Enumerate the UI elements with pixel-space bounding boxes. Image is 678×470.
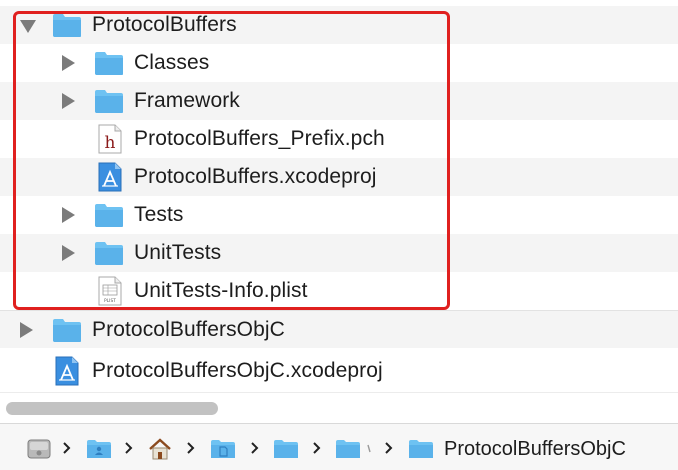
item-label: UnitTests-Info.plist: [134, 279, 308, 302]
item-label: ProtocolBuffers.xcodeproj: [134, 165, 377, 188]
list-item[interactable]: h ProtocolBuffers_Prefix.pch: [0, 120, 678, 158]
header-file-icon: h: [98, 124, 122, 154]
disclosure-triangle-collapsed-icon[interactable]: [18, 322, 34, 338]
chevron-right-icon: [125, 442, 133, 454]
disclosure-triangle-collapsed-icon[interactable]: [60, 55, 76, 71]
home-icon[interactable]: [147, 437, 173, 461]
folder-icon[interactable]: [273, 437, 299, 461]
path-current-label[interactable]: ProtocolBuffersObjC: [444, 438, 626, 461]
item-label: ProtocolBuffers_Prefix.pch: [134, 127, 385, 150]
list-item[interactable]: ProtocolBuffersObjC.xcodeproj: [0, 352, 678, 390]
chevron-right-icon: [63, 442, 71, 454]
folder-icon: [95, 52, 123, 75]
list-item[interactable]: PLIST UnitTests-Info.plist: [0, 272, 678, 310]
item-label: UnitTests: [134, 241, 222, 264]
disclosure-triangle-collapsed-icon[interactable]: [60, 245, 76, 261]
svg-text:PLIST: PLIST: [104, 298, 116, 303]
chevron-right-icon: [313, 442, 321, 454]
item-label: Classes: [134, 51, 210, 74]
item-label: ProtocolBuffers: [92, 13, 237, 36]
finder-window: ProtocolBuffers Classes Framework h Prot…: [0, 0, 678, 470]
chevron-right-icon: [187, 442, 195, 454]
folder-icon: [95, 204, 123, 227]
path-bar: ProtocolBuffersObjC: [0, 423, 678, 470]
truncation-mark-icon: [367, 444, 371, 453]
xcodeproj-icon: [55, 356, 79, 386]
folder-icon: [53, 14, 81, 37]
svg-text:h: h: [104, 133, 115, 153]
item-label: ProtocolBuffersObjC.xcodeproj: [92, 359, 383, 382]
list-item[interactable]: ProtocolBuffers.xcodeproj: [0, 158, 678, 196]
item-label: Tests: [134, 203, 184, 226]
folder-icon: [53, 319, 81, 342]
item-label: Framework: [134, 89, 240, 112]
folder-icon[interactable]: [408, 437, 434, 461]
chevron-right-icon: [385, 442, 393, 454]
folder-icon: [95, 90, 123, 113]
list-item[interactable]: Classes: [0, 44, 678, 82]
list-item[interactable]: Tests: [0, 196, 678, 234]
list-item[interactable]: ProtocolBuffersObjC: [0, 310, 678, 348]
disclosure-triangle-collapsed-icon[interactable]: [60, 93, 76, 109]
scrollbar-thumb[interactable]: [6, 402, 218, 415]
plist-file-icon: PLIST: [98, 276, 122, 306]
user-folder-icon[interactable]: [86, 437, 112, 461]
list-item[interactable]: ProtocolBuffers: [0, 6, 678, 44]
list-item[interactable]: Framework: [0, 82, 678, 120]
list-item[interactable]: UnitTests: [0, 234, 678, 272]
folder-icon[interactable]: [335, 437, 361, 461]
folder-icon: [95, 242, 123, 265]
hard-drive-icon[interactable]: [26, 437, 52, 461]
horizontal-scrollbar[interactable]: [0, 392, 678, 423]
item-label: ProtocolBuffersObjC: [92, 318, 285, 341]
xcodeproj-icon: [98, 162, 122, 192]
disclosure-triangle-expanded-icon[interactable]: [20, 17, 36, 33]
documents-folder-icon[interactable]: [210, 437, 236, 461]
chevron-right-icon: [251, 442, 259, 454]
disclosure-triangle-collapsed-icon[interactable]: [60, 207, 76, 223]
